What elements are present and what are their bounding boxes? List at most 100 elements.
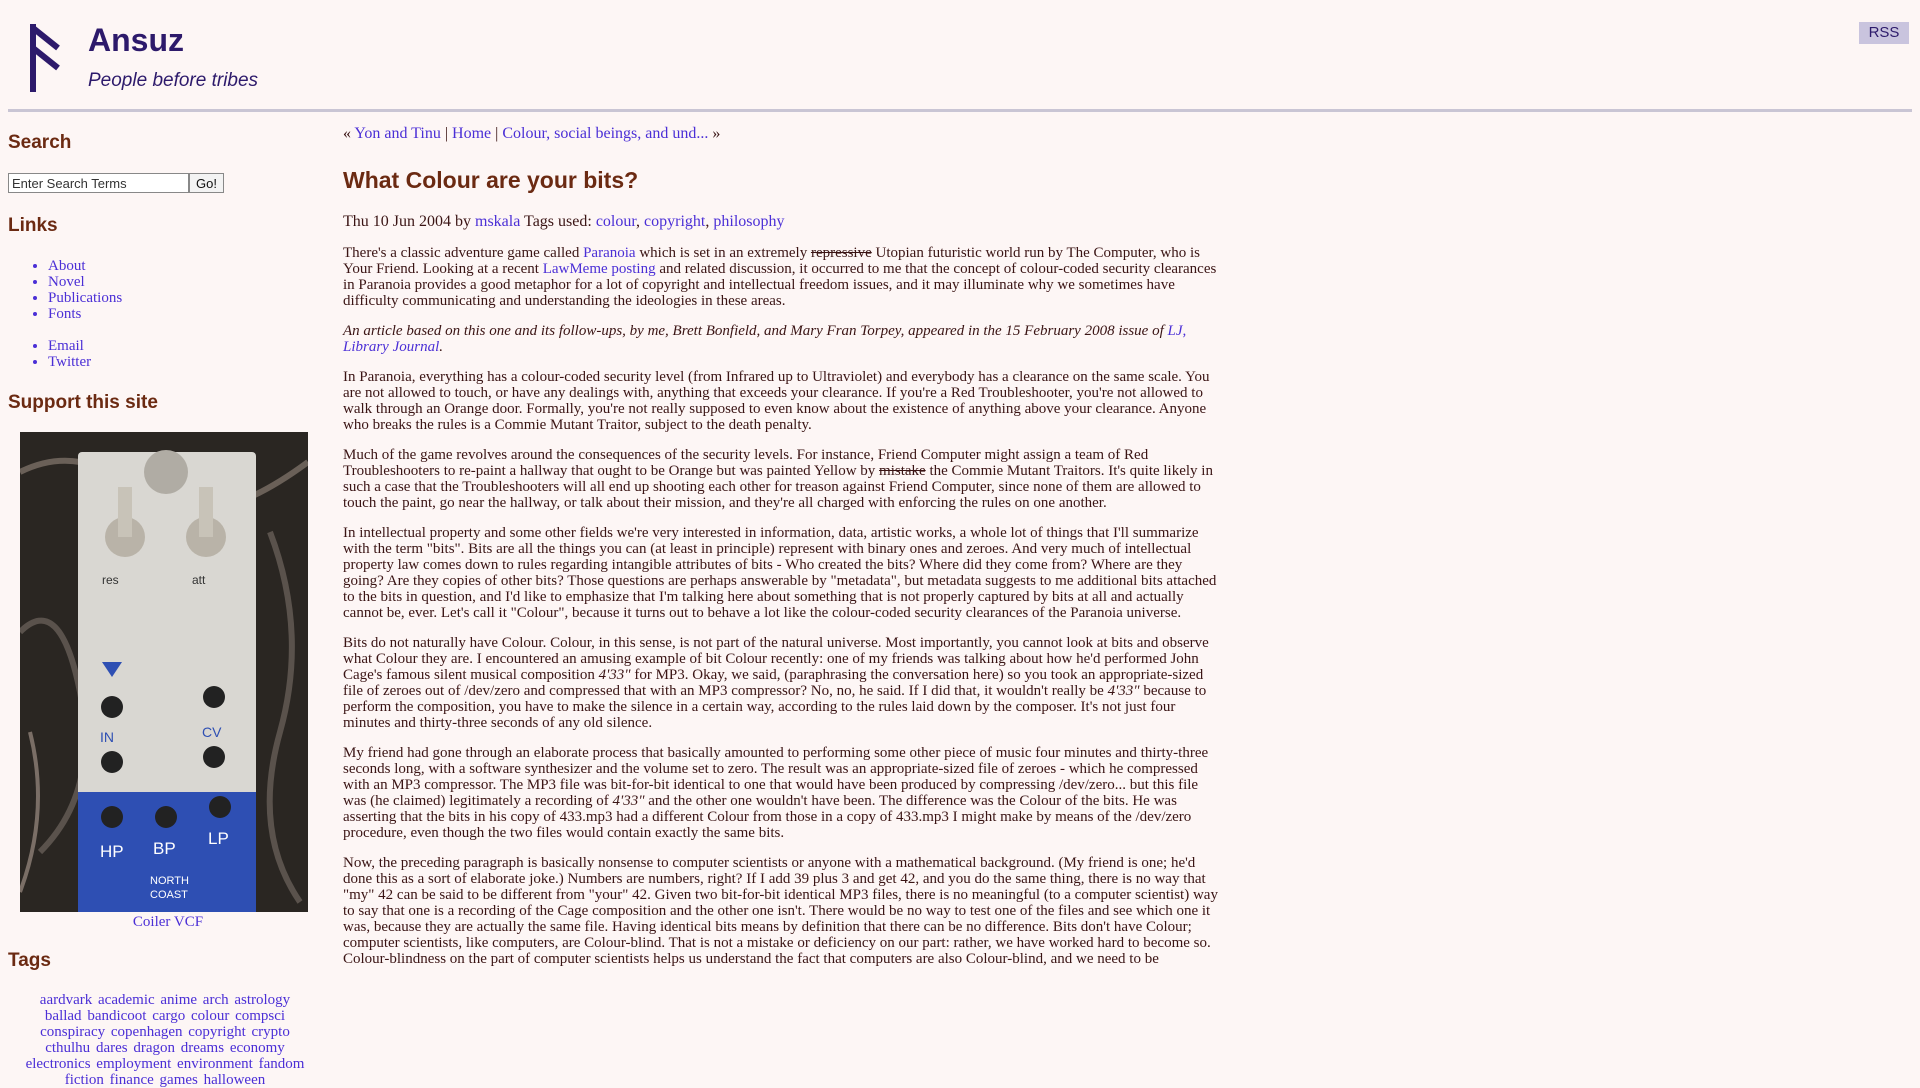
svg-text:COAST: COAST [150, 889, 188, 901]
tag-cloud-link[interactable]: finance [110, 1072, 154, 1088]
tags-heading: Tags [8, 950, 51, 971]
next-post-link[interactable]: Colour, social beings, and und... [502, 125, 708, 142]
tag-cloud-link[interactable]: cthulhu [45, 1040, 90, 1056]
tag-cloud-link[interactable]: electronics [26, 1056, 91, 1072]
links-list-primary: About Novel Publications Fonts [8, 258, 122, 322]
svg-text:att: att [192, 573, 206, 587]
struck-word: mistake [879, 463, 926, 479]
tag-cloud-link[interactable]: dragon [133, 1040, 175, 1056]
tag-cloud-link[interactable]: anime [160, 992, 197, 1008]
support-caption: Coiler VCF [8, 914, 328, 931]
post-date: Thu 10 Jun 2004 by [343, 213, 471, 230]
link-email[interactable]: Email [48, 338, 84, 354]
link-fonts[interactable]: Fonts [48, 306, 81, 322]
tag-link-philosophy[interactable]: philosophy [713, 213, 784, 230]
site-tagline: People before tribes [88, 70, 259, 91]
author-link[interactable]: mskala [475, 213, 520, 230]
prev-post-link[interactable]: Yon and Tinu [354, 125, 440, 142]
prev-marker: « [343, 125, 351, 142]
tag-cloud-link[interactable]: bandicoot [87, 1008, 146, 1024]
tag-cloud-link[interactable]: copyright [188, 1024, 246, 1040]
lawmeme-link[interactable]: LawMeme posting [543, 261, 656, 277]
tag-cloud-link[interactable]: employment [96, 1056, 171, 1072]
tag-cloud-link[interactable]: dreams [181, 1040, 224, 1056]
tag-cloud-link[interactable]: academic [98, 992, 155, 1008]
list-item: Publications [48, 290, 122, 306]
svg-text:LP: LP [208, 829, 229, 848]
svg-text:res: res [102, 573, 119, 587]
post-paragraph: Bits do not naturally have Colour. Colou… [343, 635, 1223, 731]
tag-cloud-link[interactable]: economy [230, 1040, 285, 1056]
tag-cloud-link[interactable]: fandom [259, 1056, 305, 1072]
tag-link-copyright[interactable]: copyright [644, 213, 705, 230]
svg-text:CV: CV [202, 724, 222, 740]
tag-cloud-link[interactable]: copenhagen [111, 1024, 183, 1040]
emphasis: 4'33" [612, 793, 645, 809]
tag-cloud-link[interactable]: fiction [65, 1072, 104, 1088]
tag-cloud-link[interactable]: compsci [235, 1008, 285, 1024]
coiler-vcf-module-image[interactable]: res att IN CV HP BP LP NORTH COAST [20, 432, 308, 912]
list-item: Novel [48, 274, 122, 290]
tag-cloud-link[interactable]: games [160, 1072, 198, 1088]
post-meta: Thu 10 Jun 2004 by mskala Tags used: col… [343, 213, 785, 230]
svg-text:BP: BP [153, 839, 176, 858]
post-navigation: « Yon and Tinu | Home | Colour, social being… [343, 124, 1223, 144]
nav-separator: | [495, 125, 499, 142]
search-go-button[interactable]: Go! [189, 173, 224, 193]
link-about[interactable]: About [48, 258, 86, 274]
emphasis: 4'33" [1107, 683, 1140, 699]
post-paragraph: There's a classic adventure game called … [343, 245, 1223, 309]
post-paragraph: In intellectual property and some other … [343, 525, 1217, 621]
svg-text:IN: IN [100, 729, 114, 745]
tag-cloud: aardvark academic anime arch astrology b… [20, 992, 310, 1088]
link-publications[interactable]: Publications [48, 290, 122, 306]
list-item: Email [48, 338, 91, 354]
tag-cloud-link[interactable]: cargo [152, 1008, 185, 1024]
text: which is set in an extremely [635, 245, 811, 261]
struck-word: repressive [810, 245, 872, 261]
links-heading: Links [8, 215, 58, 236]
support-heading: Support this site [8, 392, 158, 413]
rss-link[interactable]: RSS [1859, 22, 1909, 44]
post-paragraph: Now, the preceding paragraph is basicall… [343, 855, 1218, 967]
main-content: « Yon and Tinu | Home | Colour, social being… [343, 124, 1223, 967]
list-item: About [48, 258, 122, 274]
emphasis: 4'33" [598, 667, 631, 683]
post-paragraph: In Paranoia, everything has a colour-cod… [343, 369, 1210, 433]
tag-cloud-link[interactable]: colour [191, 1008, 229, 1024]
tag-cloud-link[interactable]: conspiracy [40, 1024, 105, 1040]
search-input[interactable] [8, 173, 189, 193]
tag-cloud-link[interactable]: arch [203, 992, 229, 1008]
ansuz-rune-logo-icon[interactable] [28, 22, 66, 94]
tag-cloud-link[interactable]: ballad [45, 1008, 82, 1024]
post-paragraph: My friend had gone through an elaborate … [343, 745, 1223, 841]
next-marker: » [712, 125, 721, 142]
tag-cloud-link[interactable]: crypto [252, 1024, 290, 1040]
tag-link-colour[interactable]: colour [596, 213, 636, 230]
post-paragraph-note: An article based on this one and its fol… [343, 323, 1223, 355]
svg-text:NORTH: NORTH [150, 875, 189, 887]
tag-cloud-link[interactable]: aardvark [40, 992, 92, 1008]
site-header: Ansuz People before tribes RSS [0, 0, 1920, 112]
list-item: Twitter [48, 354, 91, 370]
search-heading: Search [8, 132, 72, 153]
svg-text:HP: HP [100, 842, 124, 861]
site-title[interactable]: Ansuz [88, 22, 184, 59]
list-item: Fonts [48, 306, 122, 322]
home-link[interactable]: Home [452, 125, 491, 142]
tag-cloud-link[interactable]: dares [96, 1040, 128, 1056]
coiler-vcf-link[interactable]: Coiler VCF [133, 914, 203, 930]
link-novel[interactable]: Novel [48, 274, 85, 290]
tag-cloud-link[interactable]: astrology [234, 992, 290, 1008]
nav-separator: | [444, 125, 449, 142]
links-list-secondary: Email Twitter [8, 338, 91, 370]
text: There's a classic adventure game called [343, 245, 584, 261]
post-title: What Colour are your bits? [343, 167, 639, 193]
tag-cloud-link[interactable]: halloween [204, 1072, 266, 1088]
post-paragraph: Much of the game revolves around the con… [343, 447, 1223, 511]
header-divider [8, 109, 1912, 112]
paranoia-link[interactable]: Paranoia [583, 245, 635, 261]
tag-cloud-link[interactable]: environment [177, 1056, 253, 1072]
text: . [439, 339, 444, 355]
link-twitter[interactable]: Twitter [48, 354, 91, 370]
